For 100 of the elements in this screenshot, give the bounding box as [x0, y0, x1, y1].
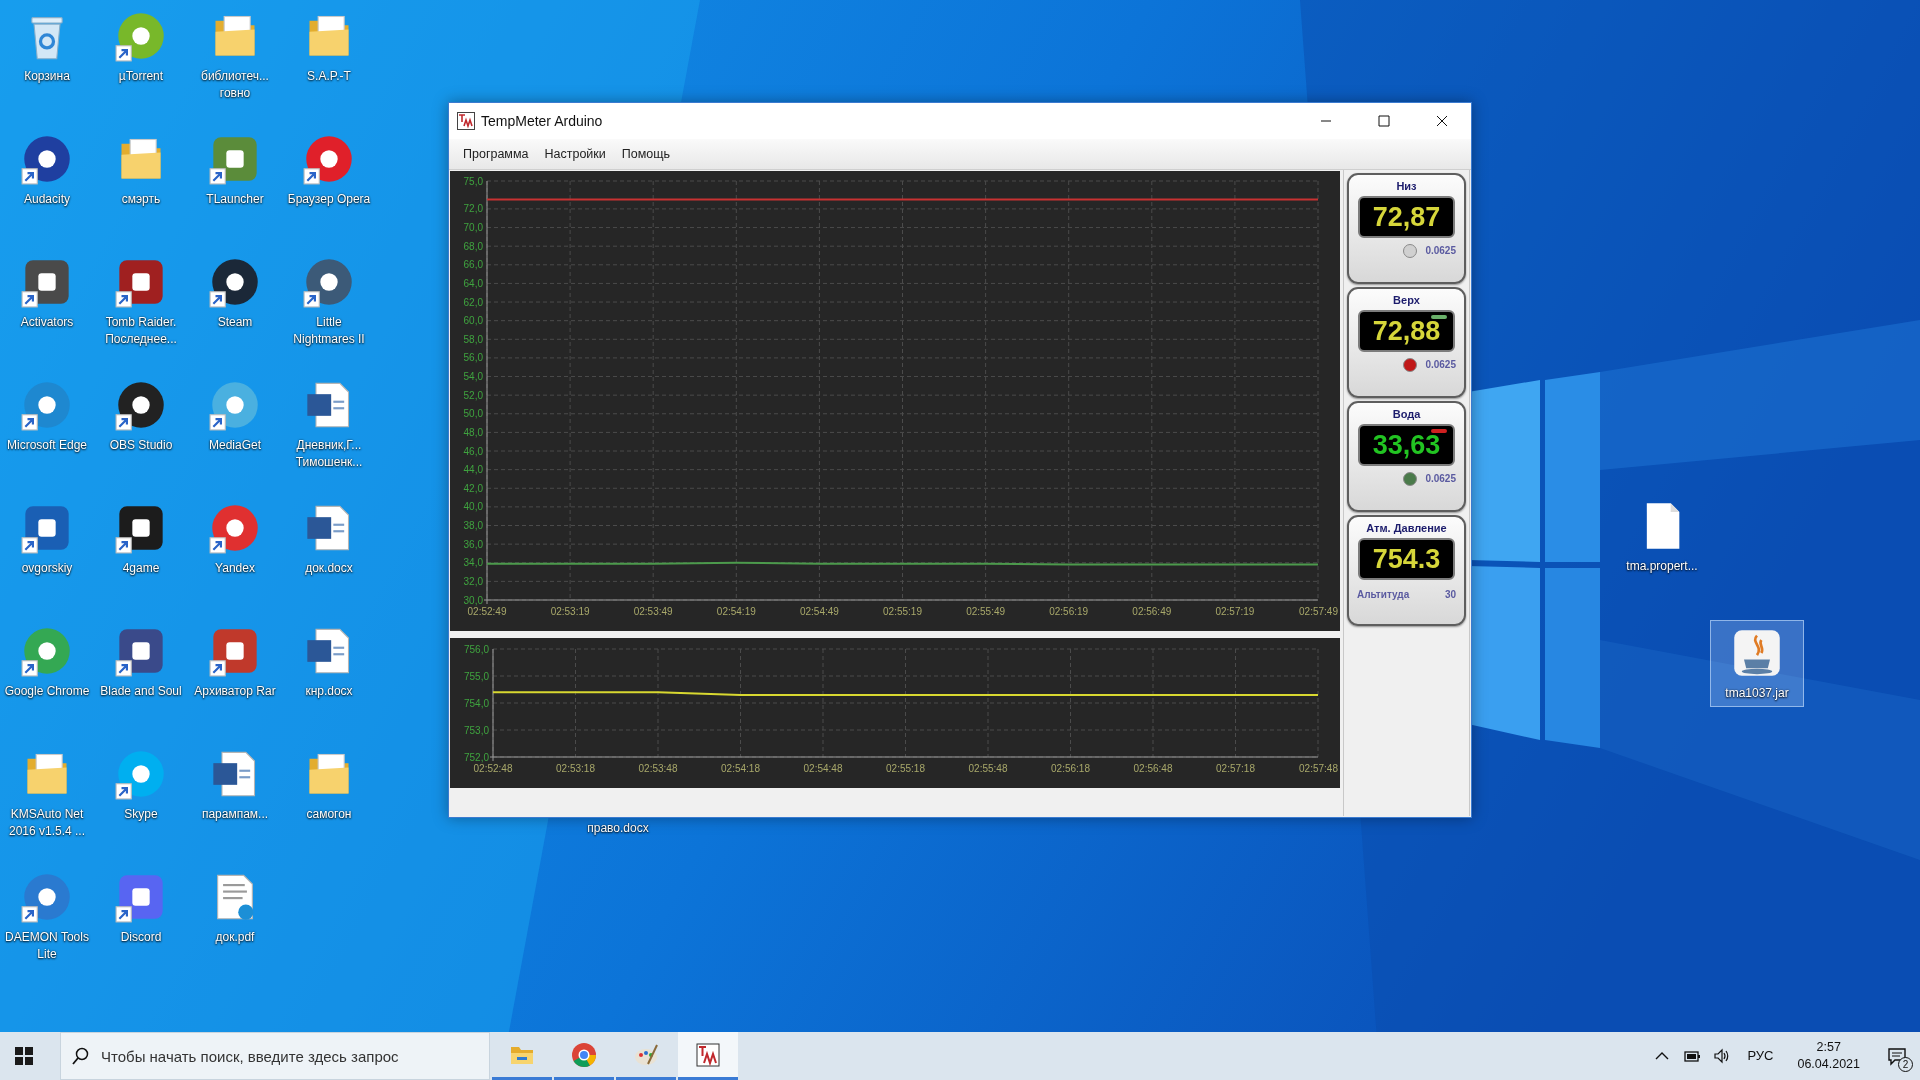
coffee-cup-icon[interactable] [1731, 627, 1783, 679]
icon-label[interactable]: tma1037.jar [1712, 685, 1802, 702]
menu-item[interactable]: Программа [455, 142, 537, 166]
icon-label[interactable]: Корзина [2, 68, 92, 85]
tick-label: 68,0 [463, 240, 483, 252]
tick-label: 02:53:19 [550, 606, 590, 617]
icon-label[interactable]: DAEMON Tools Lite [2, 929, 92, 963]
tick-label: 02:56:48 [1133, 763, 1173, 774]
tick-label: 02:56:18 [1051, 763, 1090, 774]
tick-label: 60,0 [463, 315, 483, 327]
icon-label[interactable]: Архиватор Rar [190, 683, 280, 700]
app-logo-icon [457, 112, 475, 130]
tick-label: 752,0 [463, 751, 489, 763]
icon-label[interactable]: S.A.P.-T [284, 68, 374, 85]
tick-label: 48,0 [463, 426, 483, 438]
icon-label[interactable]: право.docx [573, 820, 663, 837]
icon-label[interactable]: самогон [284, 806, 374, 823]
tick-label: 02:56:49 [1132, 606, 1172, 617]
tick-label: 02:57:48 [1299, 763, 1338, 774]
notification-count: 2 [1898, 1057, 1913, 1072]
tick-label: 02:57:49 [1299, 606, 1338, 617]
icon-label[interactable]: KMSAuto Net 2016 v1.5.4 ... [2, 806, 92, 840]
icon-label[interactable]: Дневник,Г... Тимошенк... [284, 437, 374, 471]
step-value: 0.0625 [1425, 472, 1456, 486]
icon-label[interactable]: OBS Studio [96, 437, 186, 454]
tick-label: 58,0 [463, 333, 483, 345]
icon-label[interactable]: µTorrent [96, 68, 186, 85]
windows-logo-icon[interactable] [15, 1047, 33, 1065]
icon-label[interactable]: Skype [96, 806, 186, 823]
tick-label: 02:54:48 [803, 763, 843, 774]
icon-label[interactable]: библиотеч... говно [190, 68, 280, 102]
gauge-title: Вода [1391, 407, 1422, 421]
gauge-value: 72,88 [1372, 316, 1441, 346]
step-value: 0.0625 [1425, 358, 1456, 372]
icon-label[interactable]: tma.propert... [1617, 558, 1707, 575]
icon-label[interactable]: Google Chrome [2, 683, 92, 700]
app-icon[interactable] [303, 256, 355, 308]
app-logo-icon[interactable] [695, 1041, 721, 1068]
tick-label: 02:55:49 [966, 606, 1006, 617]
menu-item[interactable]: Настройки [536, 142, 614, 166]
icon-label[interactable]: Steam [190, 314, 280, 331]
app-icon[interactable] [21, 133, 73, 185]
icon-label[interactable]: Audacity [2, 191, 92, 208]
tick-label: 02:56:19 [1049, 606, 1089, 617]
taskbar-button[interactable] [678, 1032, 738, 1080]
icon-label[interactable]: парампам... [190, 806, 280, 823]
tick-label: 756,0 [463, 643, 489, 655]
tick-label: 52,0 [463, 389, 483, 401]
gauge-value: 33,63 [1372, 430, 1441, 460]
icon-label[interactable]: Yandex [190, 560, 280, 577]
tick-label: 34,0 [463, 557, 483, 569]
icon-label[interactable]: 4game [96, 560, 186, 577]
message-icon[interactable] [1887, 1046, 1907, 1066]
app-icon[interactable] [209, 256, 261, 308]
icon-label[interactable]: Браузер Opera [284, 191, 374, 208]
icon-label[interactable]: Discord [96, 929, 186, 946]
icon-label[interactable]: Activators [2, 314, 92, 331]
icon-label[interactable]: Microsoft Edge [2, 437, 92, 454]
tick-label: 56,0 [463, 352, 483, 364]
tick-label: 50,0 [463, 408, 483, 420]
tick-label: 40,0 [463, 501, 483, 513]
icon-label[interactable]: ovgorskiy [2, 560, 92, 577]
search-field[interactable]: Чтобы начать поиск, введите здесь запрос [60, 1032, 490, 1080]
language-indicator[interactable]: РУС [1737, 1032, 1784, 1080]
icon-label[interactable]: Tomb Raider. Последнее... [96, 314, 186, 348]
tick-label: 02:55:48 [968, 763, 1008, 774]
icon-label[interactable]: док.docx [284, 560, 374, 577]
tick-label: 02:55:18 [886, 763, 925, 774]
tick-label: 02:53:49 [633, 606, 673, 617]
tick-label: 72,0 [463, 203, 483, 215]
tick-label: 02:52:49 [467, 606, 507, 617]
icon-label[interactable]: TLauncher [190, 191, 280, 208]
icon-label[interactable]: смэрть [96, 191, 186, 208]
menu-item[interactable]: Помощь [613, 142, 679, 166]
clock[interactable]: 2:57 06.04.2021 [1783, 1032, 1874, 1080]
window-title: TempMeter Arduino [481, 111, 603, 131]
icon-label[interactable]: MediaGet [190, 437, 280, 454]
altitude-value: 30 [1444, 588, 1456, 602]
icon-label[interactable]: кнр.docx [284, 683, 374, 700]
tick-label: 755,0 [463, 670, 489, 682]
tick-label: 02:55:19 [883, 606, 922, 617]
tick-label: 02:53:18 [556, 763, 595, 774]
step-value: 0.0625 [1425, 244, 1456, 258]
maximize-icon[interactable] [1375, 113, 1393, 129]
icon-label[interactable]: Little Nightmares II [284, 314, 374, 348]
tick-label: 02:54:49 [799, 606, 839, 617]
tick-label: 30,0 [463, 594, 483, 606]
gauge-title: Атм. Давление [1365, 521, 1448, 535]
icon-label[interactable]: док.pdf [190, 929, 280, 946]
search-icon[interactable] [72, 1047, 90, 1065]
browser-icon[interactable] [571, 1041, 597, 1068]
icon-label[interactable]: Blade and Soul [96, 683, 186, 700]
tick-label: 64,0 [463, 277, 483, 289]
app-icon[interactable] [115, 379, 167, 431]
tick-label: 02:57:19 [1215, 606, 1255, 617]
notifications-button[interactable]: 2 [1874, 1032, 1920, 1080]
tick-label: 54,0 [463, 371, 483, 383]
gauge-title: Низ [1395, 179, 1418, 193]
tick-label: 62,0 [463, 296, 483, 308]
tick-label: 753,0 [463, 724, 489, 736]
